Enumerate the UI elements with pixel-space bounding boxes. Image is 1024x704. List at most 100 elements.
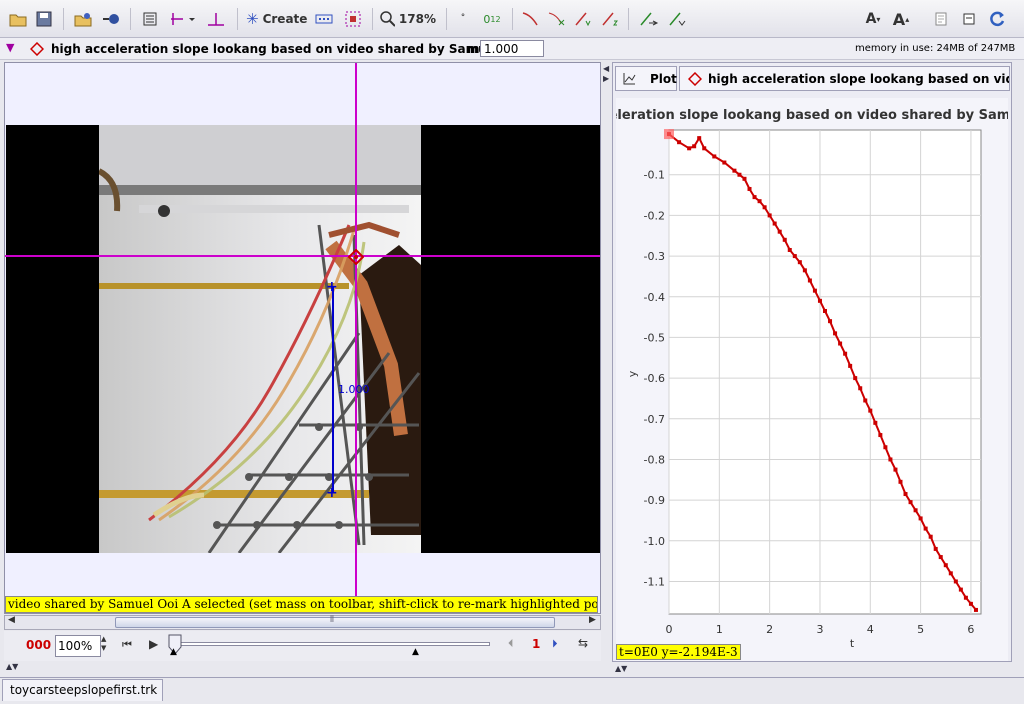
calibration-end-bottom-icon[interactable]: + [326, 485, 338, 501]
chart-y-tick-label: -0.2 [644, 209, 665, 222]
chart-y-tick-label: -0.1 [644, 169, 665, 182]
plot-label: Plot [650, 72, 677, 86]
center-of-mass-icon[interactable] [667, 9, 689, 29]
chart-data-point [828, 319, 833, 324]
plot-area[interactable]: high acceleration slope lookang based on… [548, 98, 1024, 661]
calibration-length-label[interactable]: 1.000 [338, 383, 370, 396]
chart-data-point [898, 479, 903, 484]
chart-data-point [938, 555, 943, 560]
video-slider-track[interactable] [174, 642, 490, 646]
scroll-grip-icon: ⦀ [330, 615, 334, 625]
path-trail-icon[interactable] [520, 9, 540, 29]
autotracker-icon[interactable] [342, 9, 364, 29]
clip-settings-icon[interactable] [140, 9, 160, 29]
scroll-right-icon[interactable]: ▶ [589, 615, 596, 625]
chart-data-point [918, 516, 923, 521]
font-decrease-icon[interactable]: A ▾ [862, 9, 884, 29]
zoom-spinner-icon[interactable]: ▲ ▼ [101, 635, 106, 653]
step-back-icon[interactable]: ⏴ [508, 637, 514, 651]
status-message: video shared by Samuel Ooi A selected (s… [5, 596, 598, 613]
open-folder-icon[interactable] [8, 9, 28, 29]
calibration-end-top-icon[interactable]: + [326, 279, 338, 295]
scroll-left-icon[interactable]: ◀ [8, 615, 15, 625]
chart-data-point [797, 260, 802, 265]
notes-icon[interactable] [932, 9, 950, 29]
vector-stretch-icon[interactable] [638, 9, 660, 29]
chart-data-point [953, 579, 958, 584]
chart-data-point [923, 526, 928, 531]
trail-zero: 0 [483, 12, 491, 26]
chart-x-tick-label: 5 [917, 623, 924, 636]
start-marker-icon[interactable]: ▲ [170, 647, 177, 657]
show-points-icon[interactable]: ˚ [456, 9, 470, 29]
trail-length-icon[interactable]: 012 [478, 9, 506, 29]
open-video-icon[interactable] [72, 9, 94, 29]
track-control-icon[interactable] [313, 9, 335, 29]
plot-track-selector[interactable]: high acceleration slope lookang based on… [679, 66, 1010, 91]
chart-data-point [903, 492, 908, 497]
position-vector-icon[interactable] [546, 9, 566, 29]
plot-track-diamond-icon [688, 72, 702, 86]
toolbar-separator [63, 8, 64, 30]
calibration-tools-icon[interactable] [205, 9, 227, 29]
track-name[interactable]: high acceleration slope lookang based on… [51, 42, 539, 56]
divider-right-icon[interactable]: ▶ [603, 74, 609, 83]
step-forward-icon[interactable]: ⏵ [552, 637, 558, 651]
chart-data-point [792, 254, 797, 259]
chart-data-point [747, 186, 752, 191]
chart-data-point [933, 546, 938, 551]
track-marker-diamond-icon[interactable] [348, 249, 364, 265]
mass-field[interactable] [480, 40, 544, 57]
chart-data-point [958, 587, 963, 592]
video-frame[interactable] [99, 125, 421, 553]
chart-data-point [823, 308, 827, 313]
chart-data-point [677, 140, 682, 145]
velocity-vector-icon[interactable] [572, 9, 592, 29]
chart-data-point [742, 176, 747, 181]
collapse-video-icon[interactable]: ▲▼ [6, 662, 18, 671]
step-size[interactable]: 1 [532, 637, 540, 651]
calibration-stick[interactable] [332, 287, 334, 493]
zoom-field[interactable] [55, 635, 101, 657]
file-tab[interactable]: toycarsteepslopefirst.trk [2, 679, 163, 701]
plot-button[interactable]: Plot [615, 66, 677, 91]
end-marker-icon[interactable]: ▲ [412, 647, 419, 657]
chart-data-point [697, 136, 702, 141]
chart-y-tick-label: -0.5 [644, 331, 665, 344]
acceleration-vector-icon[interactable] [599, 9, 619, 29]
zoom-button[interactable]: 178% [380, 9, 436, 29]
font-increase-icon[interactable]: A ▴ [889, 9, 913, 29]
collapse-plot-icon[interactable]: ▲▼ [615, 664, 627, 673]
video-clip-settings-icon[interactable] [100, 9, 122, 29]
loop-icon[interactable]: ⇆ [578, 636, 588, 650]
chart-data-point [948, 571, 953, 576]
track-dropdown-arrow-icon[interactable]: ▼ [6, 41, 14, 54]
chart-data-point [772, 221, 777, 226]
video-panel[interactable]: + + 1.000 [4, 62, 601, 614]
memory-status: memory in use: 24MB of 247MB [855, 43, 1016, 54]
frame-counter[interactable]: 000 [26, 638, 51, 652]
save-icon[interactable] [34, 9, 54, 29]
window-icon[interactable] [960, 9, 978, 29]
play-icon[interactable]: ▶ [149, 637, 158, 651]
chart-x-tick-label: 4 [867, 623, 874, 636]
chart-data-point [737, 172, 742, 177]
reset-to-start-icon[interactable]: ⏮ [122, 638, 132, 652]
y-axis-line[interactable] [355, 63, 357, 613]
chart-data-point [873, 420, 878, 425]
x-axis-line[interactable] [5, 255, 600, 257]
toolbar-separator [130, 8, 131, 30]
divider-left-icon[interactable]: ◀ [603, 64, 609, 73]
refresh-icon[interactable] [986, 9, 1008, 29]
chart-data-point [943, 563, 948, 568]
y-vs-t-chart[interactable]: high acceleration slope lookang based on… [548, 98, 1024, 661]
horizontal-scrollbar[interactable]: ◀ ⦀ ▶ [4, 615, 601, 630]
coordinate-axes-icon[interactable] [168, 9, 198, 29]
chart-data-point [888, 457, 893, 462]
toolbar-separator [372, 8, 373, 30]
track-diamond-icon [30, 42, 44, 56]
scroll-thumb[interactable] [115, 617, 555, 628]
toolbar-separator [512, 8, 513, 30]
chart-y-tick-label: -0.4 [644, 291, 665, 304]
create-track-button[interactable]: ✳ Create [246, 9, 308, 29]
